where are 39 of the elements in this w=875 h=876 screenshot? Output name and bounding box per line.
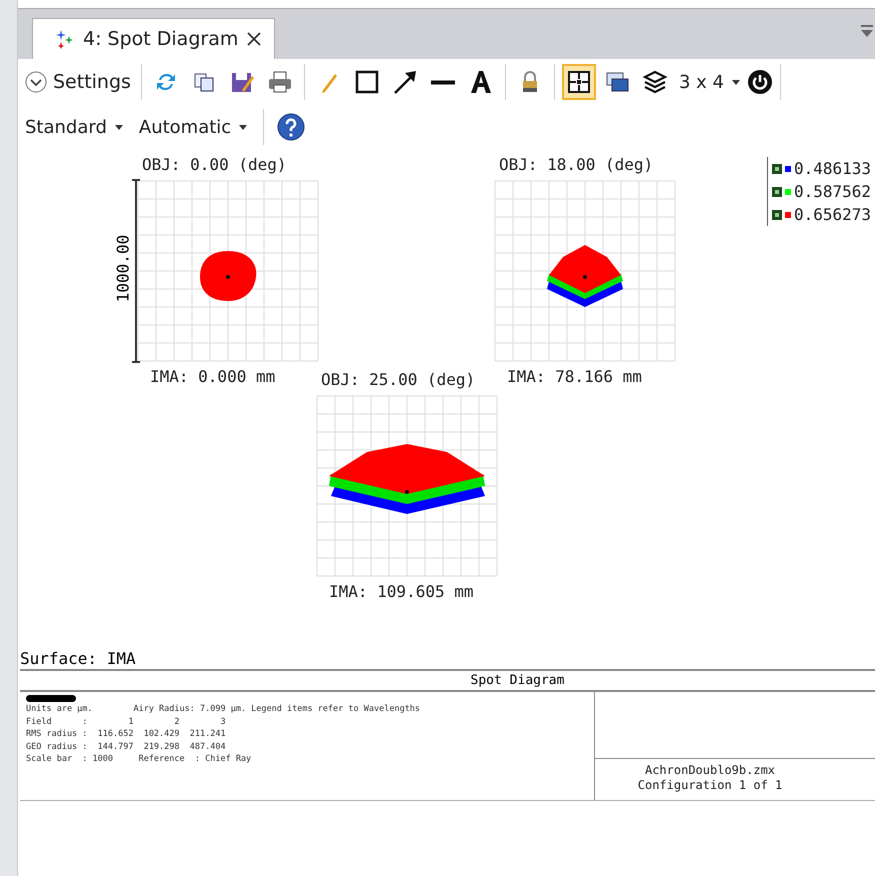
- power-icon[interactable]: [746, 69, 773, 95]
- settings-button[interactable]: Settings: [22, 69, 134, 95]
- plot-title: OBJ: 0.00 (deg): [142, 155, 286, 174]
- legend-symbol-icon: [772, 210, 782, 220]
- report-title: Spot Diagram: [20, 671, 875, 692]
- report-line: Field : 1 2 3: [26, 716, 227, 728]
- help-icon[interactable]: [277, 113, 306, 141]
- grid-tool-button[interactable]: [562, 64, 596, 100]
- report-line: RMS radius : 116.652 102.429 211.241: [26, 728, 227, 740]
- plot-title: OBJ: 25.00 (deg): [321, 370, 476, 389]
- chevron-icon: [25, 71, 47, 93]
- legend-label: 0.656273: [794, 205, 871, 224]
- plot-footer: IMA: 0.000 mm: [150, 367, 276, 386]
- legend-symbol-icon: [772, 164, 782, 174]
- surface-label: Surface: IMA: [19, 649, 137, 669]
- legend-label: 0.486133: [794, 159, 871, 178]
- report-line: Scale bar : 1000 Reference : Chief Ray: [26, 753, 252, 766]
- document-tab[interactable]: 4: Spot Diagram: [32, 18, 276, 59]
- plot-footer: IMA: 78.166 mm: [507, 367, 642, 386]
- legend-symbol-icon: [772, 186, 782, 196]
- redaction-bar: [26, 695, 76, 702]
- mode-dropdown[interactable]: Standard: [22, 114, 126, 140]
- sparkle-icon: [55, 29, 75, 49]
- file-name: AchronDoublo9b.zmx: [644, 763, 776, 778]
- plot-footer: IMA: 109.605 mm: [329, 582, 474, 601]
- configuration-label: Configuration 1 of 1: [636, 778, 784, 793]
- dropdown-icon[interactable]: [861, 25, 873, 39]
- mode-dropdown[interactable]: Automatic: [136, 114, 250, 140]
- layers-icon: [640, 68, 669, 96]
- report-line: Units are µm. Airy Radius: 7.099 µm. Legend items refer to Wavelengths: [26, 703, 422, 716]
- report-line: GEO radius : 144.797 219.298 487.404: [26, 740, 227, 753]
- scale-label: 1000.00: [114, 234, 132, 304]
- caret-icon: [114, 124, 123, 130]
- caret-icon: [732, 80, 740, 84]
- layout-dropdown[interactable]: 3 x 4: [676, 70, 743, 94]
- legend-label: 0.587562: [794, 182, 871, 201]
- close-icon[interactable]: [246, 31, 262, 47]
- plot-title: OBJ: 18.00 (deg): [499, 155, 654, 174]
- caret-icon: [239, 124, 248, 130]
